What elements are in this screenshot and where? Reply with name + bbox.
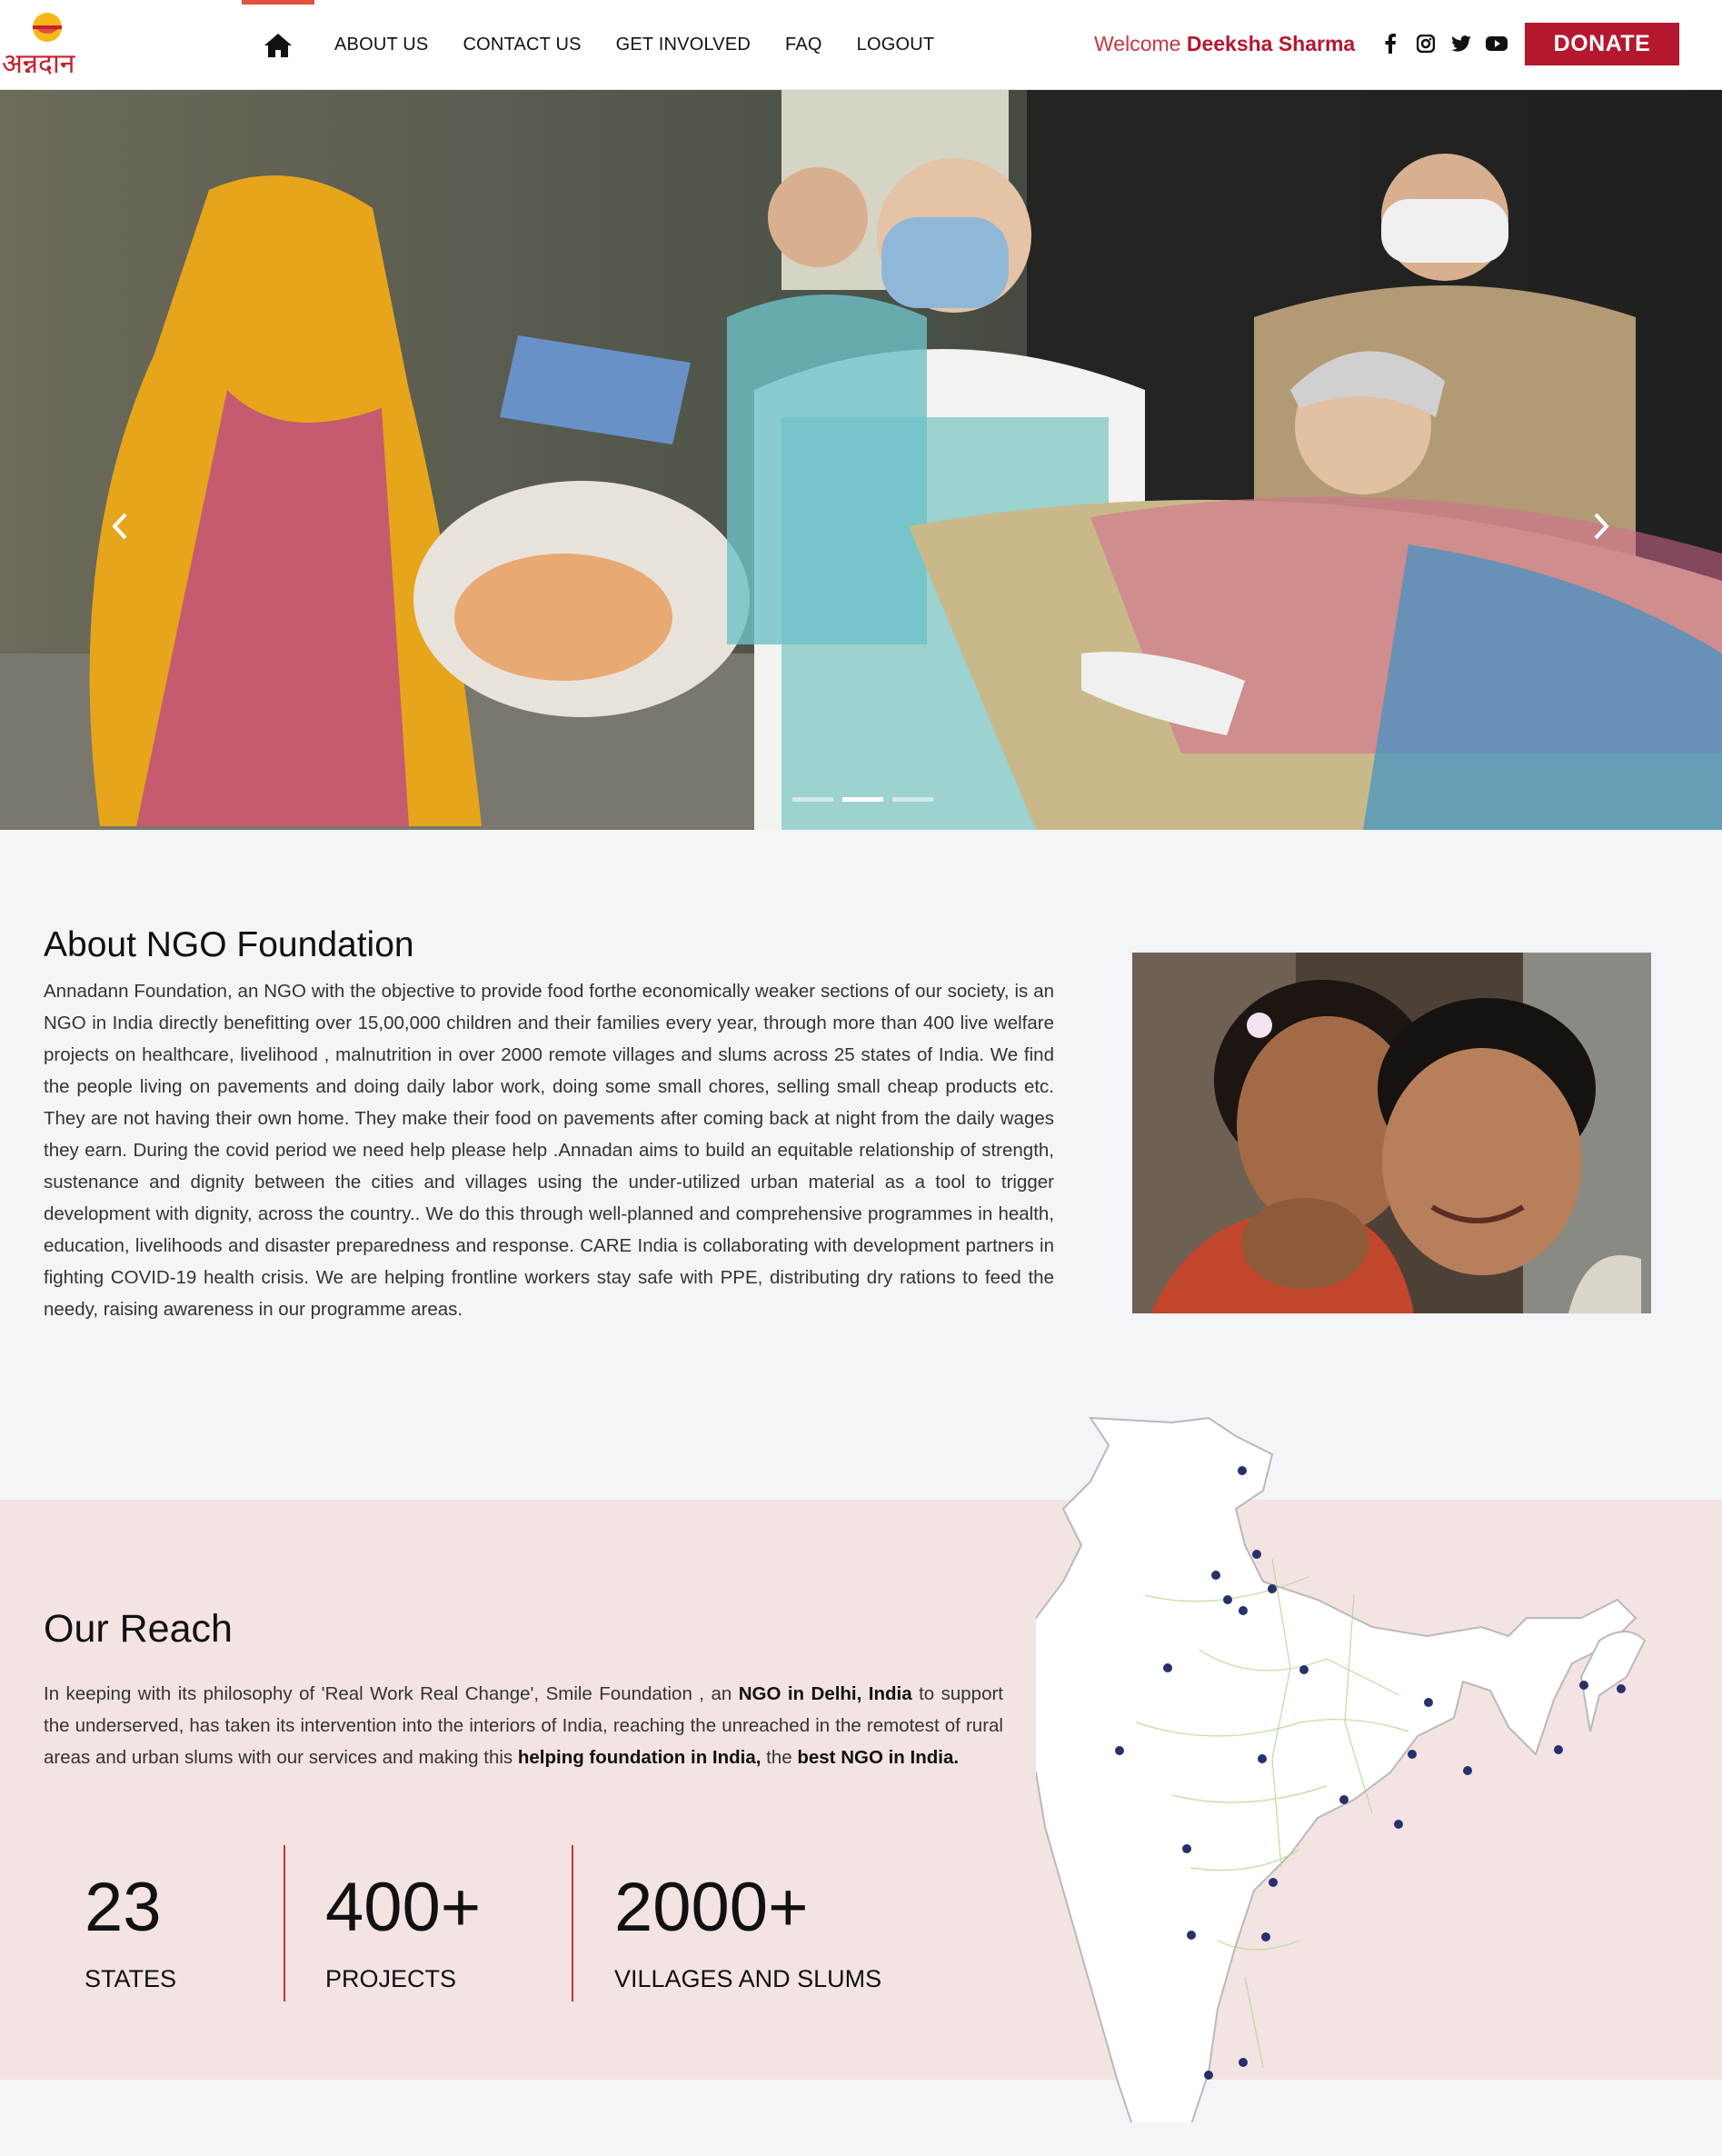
chevron-right-icon bbox=[1594, 513, 1609, 540]
nav-faq[interactable]: FAQ bbox=[785, 35, 822, 55]
svg-text:अन्नदान: अन्नदान bbox=[2, 48, 76, 80]
carousel-indicators bbox=[792, 797, 933, 802]
annadan-logo[interactable]: अन्नदान bbox=[0, 7, 82, 80]
carousel-indicator[interactable] bbox=[792, 797, 833, 802]
stat-label: PROJECTS bbox=[325, 1965, 457, 1992]
hero-image bbox=[0, 90, 1722, 830]
carousel-indicator[interactable] bbox=[842, 797, 883, 802]
about-title: About NGO Foundation bbox=[44, 925, 414, 964]
stat-label: STATES bbox=[85, 1965, 177, 1992]
carousel-next-button[interactable] bbox=[1583, 504, 1619, 549]
main-nav: ABOUT US CONTACT US GET INVOLVED FAQ LOG… bbox=[242, 0, 934, 90]
youtube-icon[interactable] bbox=[1486, 33, 1508, 55]
stat-value: 23 bbox=[85, 1869, 162, 1946]
stat-projects: 400+ PROJECTS bbox=[285, 1845, 572, 2001]
chevron-left-icon bbox=[112, 513, 127, 540]
nav-logout[interactable]: LOGOUT bbox=[857, 35, 935, 55]
nav-get-involved[interactable]: GET INVOLVED bbox=[616, 35, 751, 55]
reach-text: In keeping with its philosophy of 'Real … bbox=[44, 1678, 1003, 1773]
facebook-icon[interactable] bbox=[1379, 33, 1401, 55]
children-photo bbox=[1132, 953, 1651, 1313]
hero-carousel bbox=[0, 90, 1722, 830]
donate-button[interactable]: DONATE bbox=[1525, 23, 1679, 65]
reach-text-bold: best NGO in India. bbox=[797, 1747, 960, 1768]
stat-states: 23 STATES bbox=[44, 1845, 284, 2001]
welcome-message: Welcome Deeksha Sharma bbox=[1094, 32, 1355, 56]
india-map bbox=[907, 1413, 1690, 2156]
reach-text-part: the bbox=[761, 1747, 798, 1768]
about-text: Annadann Foundation, an NGO with the obj… bbox=[44, 981, 1054, 1320]
welcome-label: Welcome bbox=[1094, 32, 1181, 55]
home-icon bbox=[264, 33, 292, 57]
twitter-icon[interactable] bbox=[1450, 33, 1472, 55]
carousel-indicator[interactable] bbox=[892, 797, 933, 802]
stat-label: VILLAGES AND SLUMS bbox=[614, 1965, 882, 1992]
nav-contact-us[interactable]: CONTACT US bbox=[463, 35, 581, 55]
reach-stats: 23 STATES 400+ PROJECTS 2000+ VILLAGES A… bbox=[44, 1845, 882, 2001]
carousel-prev-button[interactable] bbox=[102, 504, 138, 549]
nav-about-us[interactable]: ABOUT US bbox=[334, 35, 428, 55]
user-name: Deeksha Sharma bbox=[1186, 32, 1356, 55]
stat-villages: 2000+ VILLAGES AND SLUMS bbox=[573, 1845, 882, 2001]
reach-text-bold: helping foundation in India, bbox=[517, 1747, 761, 1768]
social-links bbox=[1379, 33, 1508, 55]
reach-text-part: In keeping with its philosophy of 'Real … bbox=[44, 1683, 739, 1704]
instagram-icon[interactable] bbox=[1415, 33, 1437, 55]
reach-text-bold: NGO in Delhi, India bbox=[738, 1683, 912, 1704]
reach-title: Our Reach bbox=[44, 1607, 233, 1651]
stat-value: 400+ bbox=[325, 1869, 482, 1946]
nav-home[interactable] bbox=[242, 0, 314, 90]
stat-value: 2000+ bbox=[614, 1869, 809, 1946]
site-header: अन्नदान ABOUT US CONTACT US GET INVOLVED… bbox=[0, 0, 1722, 90]
